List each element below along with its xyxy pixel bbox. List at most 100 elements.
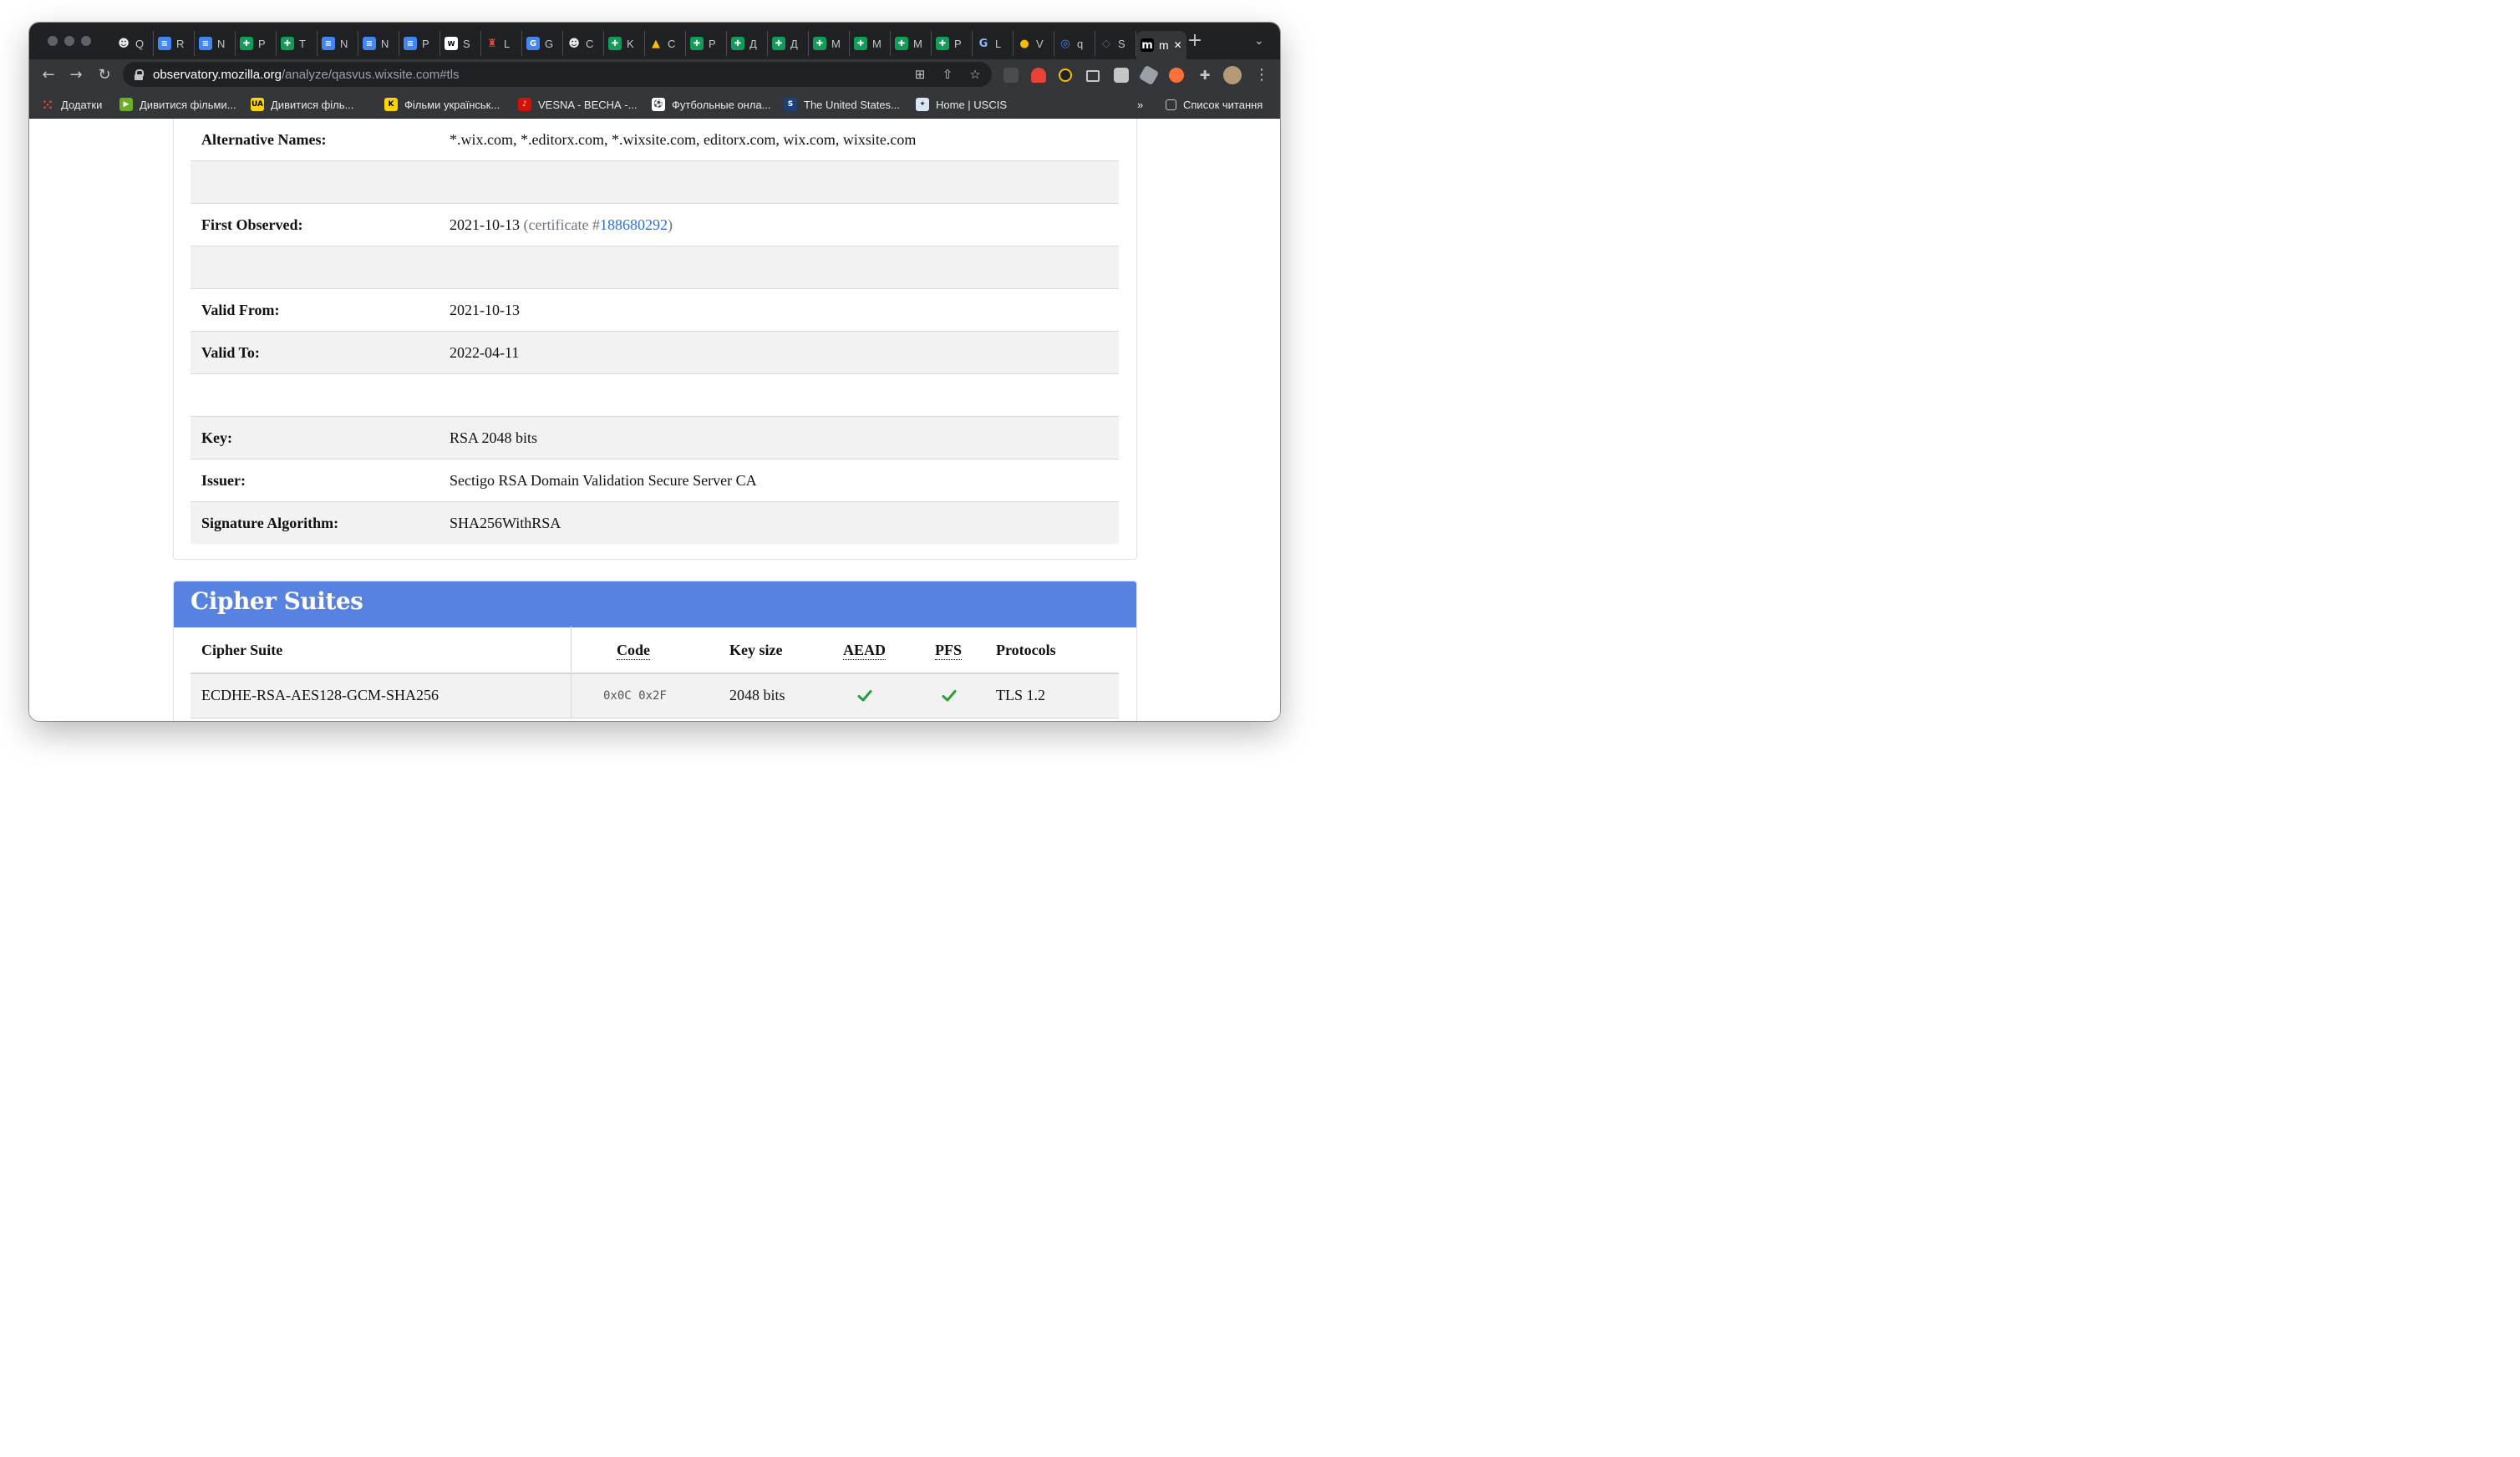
reading-list-button[interactable]: Список читання xyxy=(1166,97,1263,112)
browser-tab[interactable]: ☻ C xyxy=(563,31,604,56)
avatar[interactable] xyxy=(1223,66,1242,84)
search-extension-icon[interactable] xyxy=(1059,69,1072,82)
bookmark-star-icon[interactable]: ☆ xyxy=(968,67,983,82)
sheets-icon: ✚ xyxy=(731,37,744,50)
minimize-window-dot[interactable] xyxy=(64,36,74,46)
browser-tab[interactable]: ● V xyxy=(1014,31,1054,56)
tab-search-button[interactable]: ⌄ xyxy=(1254,34,1264,48)
cipher-suites-header: Cipher Suites xyxy=(174,581,1136,627)
back-icon[interactable]: ← xyxy=(40,67,57,84)
browser-tab[interactable]: ✚ T xyxy=(277,31,318,56)
sheets-icon: ✚ xyxy=(240,37,253,50)
sheets-icon: ✚ xyxy=(690,37,704,50)
browser-tab[interactable]: ✚ P xyxy=(932,31,973,56)
sheets-icon: ✚ xyxy=(936,37,949,50)
header-code[interactable]: Code xyxy=(617,642,650,660)
browser-tab[interactable]: WS xyxy=(440,31,481,56)
tab-title: P xyxy=(954,37,962,50)
browser-tab[interactable]: ≡ N xyxy=(318,31,358,56)
bookmark-item[interactable]: ⁙ Додатки xyxy=(41,97,102,113)
bookmark-item[interactable]: ♪ VESNA - ВЕСНА -... xyxy=(518,97,637,112)
lock-icon[interactable] xyxy=(135,69,144,80)
browser-tab[interactable]: ☻ Q xyxy=(113,31,154,56)
certificate-field-value: 2021-10-13 (certificate #188680292) xyxy=(450,216,673,234)
bookmark-item[interactable]: K Фільми українськ... xyxy=(384,97,500,112)
tab-title: K xyxy=(627,37,634,50)
lighthouse-extension-icon[interactable] xyxy=(1031,68,1046,83)
browser-tab[interactable]: ◎ q xyxy=(1054,31,1095,56)
header-pfs[interactable]: PFS xyxy=(935,642,963,660)
certificate-row xyxy=(191,374,1119,417)
browser-tab[interactable]: GG xyxy=(522,31,563,56)
reading-list-icon xyxy=(1166,99,1176,110)
certificate-field-label: Valid From: xyxy=(201,302,280,318)
docs-icon: ≡ xyxy=(158,37,171,50)
bookmarks-overflow-button[interactable]: » xyxy=(1137,97,1143,112)
kebab-menu-icon[interactable]: ⋮ xyxy=(1253,67,1270,84)
puzzle-icon[interactable]: ✚ xyxy=(1196,67,1213,84)
docs-icon: ≡ xyxy=(322,37,335,50)
browser-tab[interactable]: ✚ K xyxy=(604,31,645,56)
extension-icon[interactable] xyxy=(1003,68,1019,83)
browser-tab[interactable]: ≡ N xyxy=(195,31,236,56)
browser-tab[interactable]: ✚ M xyxy=(850,31,891,56)
browser-tab[interactable]: ♜ L xyxy=(481,31,522,56)
tab-title: P xyxy=(422,37,429,50)
translate-icon[interactable]: ⊞ xyxy=(912,67,927,82)
zoom-window-dot[interactable] xyxy=(81,36,91,46)
ssa-icon: S xyxy=(784,98,797,111)
contact-icon: ☻ xyxy=(118,37,130,50)
close-window-dot[interactable] xyxy=(48,36,58,46)
share-icon[interactable]: ⇧ xyxy=(940,67,955,82)
certificate-field-label: Key: xyxy=(201,429,232,446)
tab-title: R xyxy=(176,37,185,50)
browser-tab[interactable]: ≡ N xyxy=(358,31,399,56)
browser-tab[interactable]: ◇ S xyxy=(1095,31,1136,56)
certificate-row xyxy=(191,161,1119,204)
browser-tab[interactable]: ✚ Д xyxy=(727,31,768,56)
reload-icon[interactable]: ↻ xyxy=(96,67,113,84)
browser-tab[interactable]: ✚ Д xyxy=(768,31,809,56)
bookmark-item[interactable]: ⚽ Футбольные онла... xyxy=(652,97,771,112)
certificate-field-value: 2021-10-13 xyxy=(450,302,520,319)
wix-icon: W xyxy=(445,37,458,50)
header-protocols: Protocols xyxy=(996,642,1056,658)
close-tab-icon[interactable]: ✕ xyxy=(1174,39,1182,51)
chrome-icon: ● xyxy=(1019,37,1029,50)
bookmark-item[interactable]: ✦ Home | USCIS xyxy=(916,97,1007,112)
browser-tab[interactable]: ✚ P xyxy=(686,31,727,56)
sheets-icon: ✚ xyxy=(854,37,867,50)
browser-tab[interactable]: ≡ R xyxy=(154,31,195,56)
cipher-protocols: TLS 1.2 xyxy=(996,687,1046,703)
window-extension-icon[interactable] xyxy=(1086,70,1100,82)
bookmark-item[interactable]: S The United States... xyxy=(784,97,900,112)
url-text[interactable]: observatory.mozilla.org/analyze/qasvus.w… xyxy=(153,68,460,82)
bookmark-item[interactable]: UA Дивитися філь... xyxy=(251,97,353,112)
bookmark-item[interactable]: ▶ Дивитися фільми... xyxy=(119,97,236,112)
firefox-extension-icon[interactable] xyxy=(1169,68,1184,83)
aead-check-icon xyxy=(857,690,872,702)
badge-extension-icon[interactable] xyxy=(1114,68,1129,83)
forward-icon[interactable]: → xyxy=(68,67,84,84)
browser-tab[interactable]: ▲ C xyxy=(645,31,686,56)
browser-tab[interactable]: ✚ M xyxy=(891,31,932,56)
tab-title: G xyxy=(545,37,554,50)
header-aead[interactable]: AEAD xyxy=(843,642,887,660)
certificate-row: Valid To: 2022-04-11 xyxy=(191,332,1119,374)
browser-tab[interactable]: ✚ P xyxy=(236,31,277,56)
certificate-field-value: Sectigo RSA Domain Validation Secure Ser… xyxy=(450,472,757,490)
certificate-link[interactable]: 188680292 xyxy=(600,216,668,233)
docs-icon: ≡ xyxy=(404,37,417,50)
browser-tab[interactable]: ≡ P xyxy=(399,31,440,56)
certificate-value-text: Sectigo RSA Domain Validation Secure Ser… xyxy=(450,472,757,489)
sheets-icon: ✚ xyxy=(895,37,908,50)
browser-tab[interactable]: m m ✕ xyxy=(1136,31,1186,59)
browser-tab[interactable]: ✚ M xyxy=(809,31,850,56)
address-bar[interactable]: observatory.mozilla.org/analyze/qasvus.w… xyxy=(123,62,992,87)
new-tab-button[interactable]: + xyxy=(1186,32,1204,50)
certificate-value-text: RSA 2048 bits xyxy=(450,429,538,446)
certificate-row: Alternative Names: *.wix.com, *.editorx.c… xyxy=(191,119,1119,161)
tab-title: m xyxy=(1159,38,1169,52)
cube-extension-icon[interactable] xyxy=(1138,64,1160,86)
browser-tab[interactable]: GL xyxy=(973,31,1014,56)
